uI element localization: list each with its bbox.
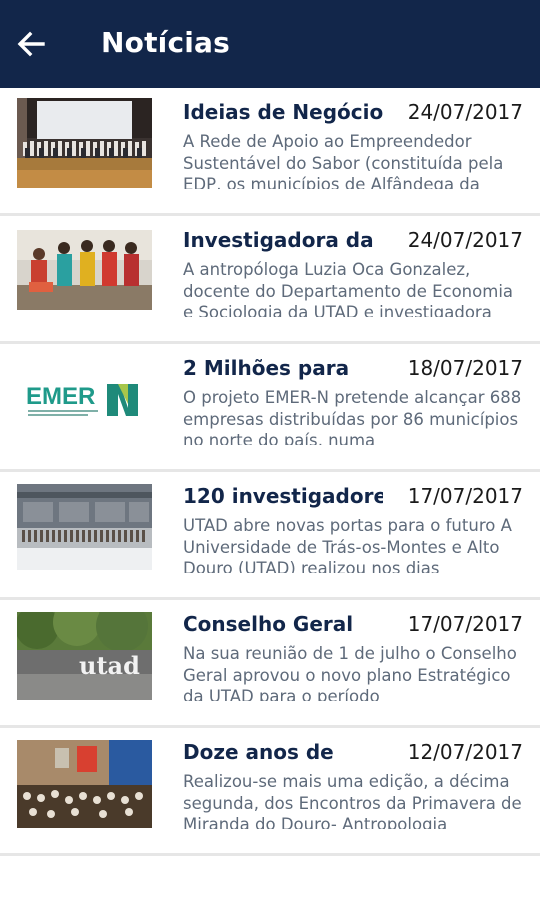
news-excerpt: Na sua reunião de 1 de julho o Conselho …	[183, 644, 517, 701]
news-item[interactable]: Investigadora da 24/07/2017 A antropólog…	[0, 216, 540, 344]
news-item[interactable]: EMER 2 Milhões para 18/07/2017 O projeto…	[0, 344, 540, 472]
news-excerpt: O projeto EMER-N pretende alcançar 688 e…	[183, 388, 522, 445]
arrow-back-icon[interactable]	[14, 27, 48, 61]
page-title: Notícias	[101, 26, 231, 59]
news-date: 12/07/2017	[407, 740, 523, 764]
logo-text: EMER	[26, 383, 95, 410]
news-thumbnail	[17, 98, 152, 188]
news-excerpt: UTAD abre novas portas para o futuro A U…	[183, 516, 512, 573]
news-date: 17/07/2017	[407, 484, 523, 508]
news-thumbnail	[17, 484, 152, 570]
sign-text: utad	[79, 651, 140, 680]
news-title: Ideias de Negócio	[183, 100, 383, 124]
news-item[interactable]: utad Conselho Geral 17/07/2017 Na sua re…	[0, 600, 540, 728]
news-list: Ideias de Negócio 24/07/2017 A Rede de A…	[0, 88, 540, 856]
news-item[interactable]: Ideias de Negócio 24/07/2017 A Rede de A…	[0, 88, 540, 216]
news-title: Investigadora da	[183, 228, 374, 252]
news-date: 18/07/2017	[407, 356, 523, 380]
news-title: Conselho Geral	[183, 612, 354, 636]
news-date: 24/07/2017	[407, 228, 523, 252]
news-title: 2 Milhões para	[183, 356, 350, 380]
news-thumbnail	[17, 230, 152, 310]
news-item[interactable]: Doze anos de 12/07/2017 Realizou-se mais…	[0, 728, 540, 856]
news-excerpt: A antropóloga Luzia Oca Gonzalez, docent…	[183, 260, 514, 317]
news-date: 24/07/2017	[407, 100, 523, 124]
news-title: 120 investigadores	[183, 484, 383, 508]
news-thumbnail	[17, 740, 152, 828]
news-excerpt: A Rede de Apoio ao Empreendedor Sustentá…	[183, 132, 504, 189]
news-item[interactable]: 120 investigadores 17/07/2017 UTAD abre …	[0, 472, 540, 600]
news-title: Doze anos de	[183, 740, 334, 764]
news-thumbnail: utad	[17, 612, 152, 700]
app-bar: Notícias	[0, 0, 540, 88]
emer-n-logo: EMER	[22, 364, 147, 434]
news-excerpt: Realizou-se mais uma edição, a décima se…	[183, 772, 522, 829]
news-date: 17/07/2017	[407, 612, 523, 636]
